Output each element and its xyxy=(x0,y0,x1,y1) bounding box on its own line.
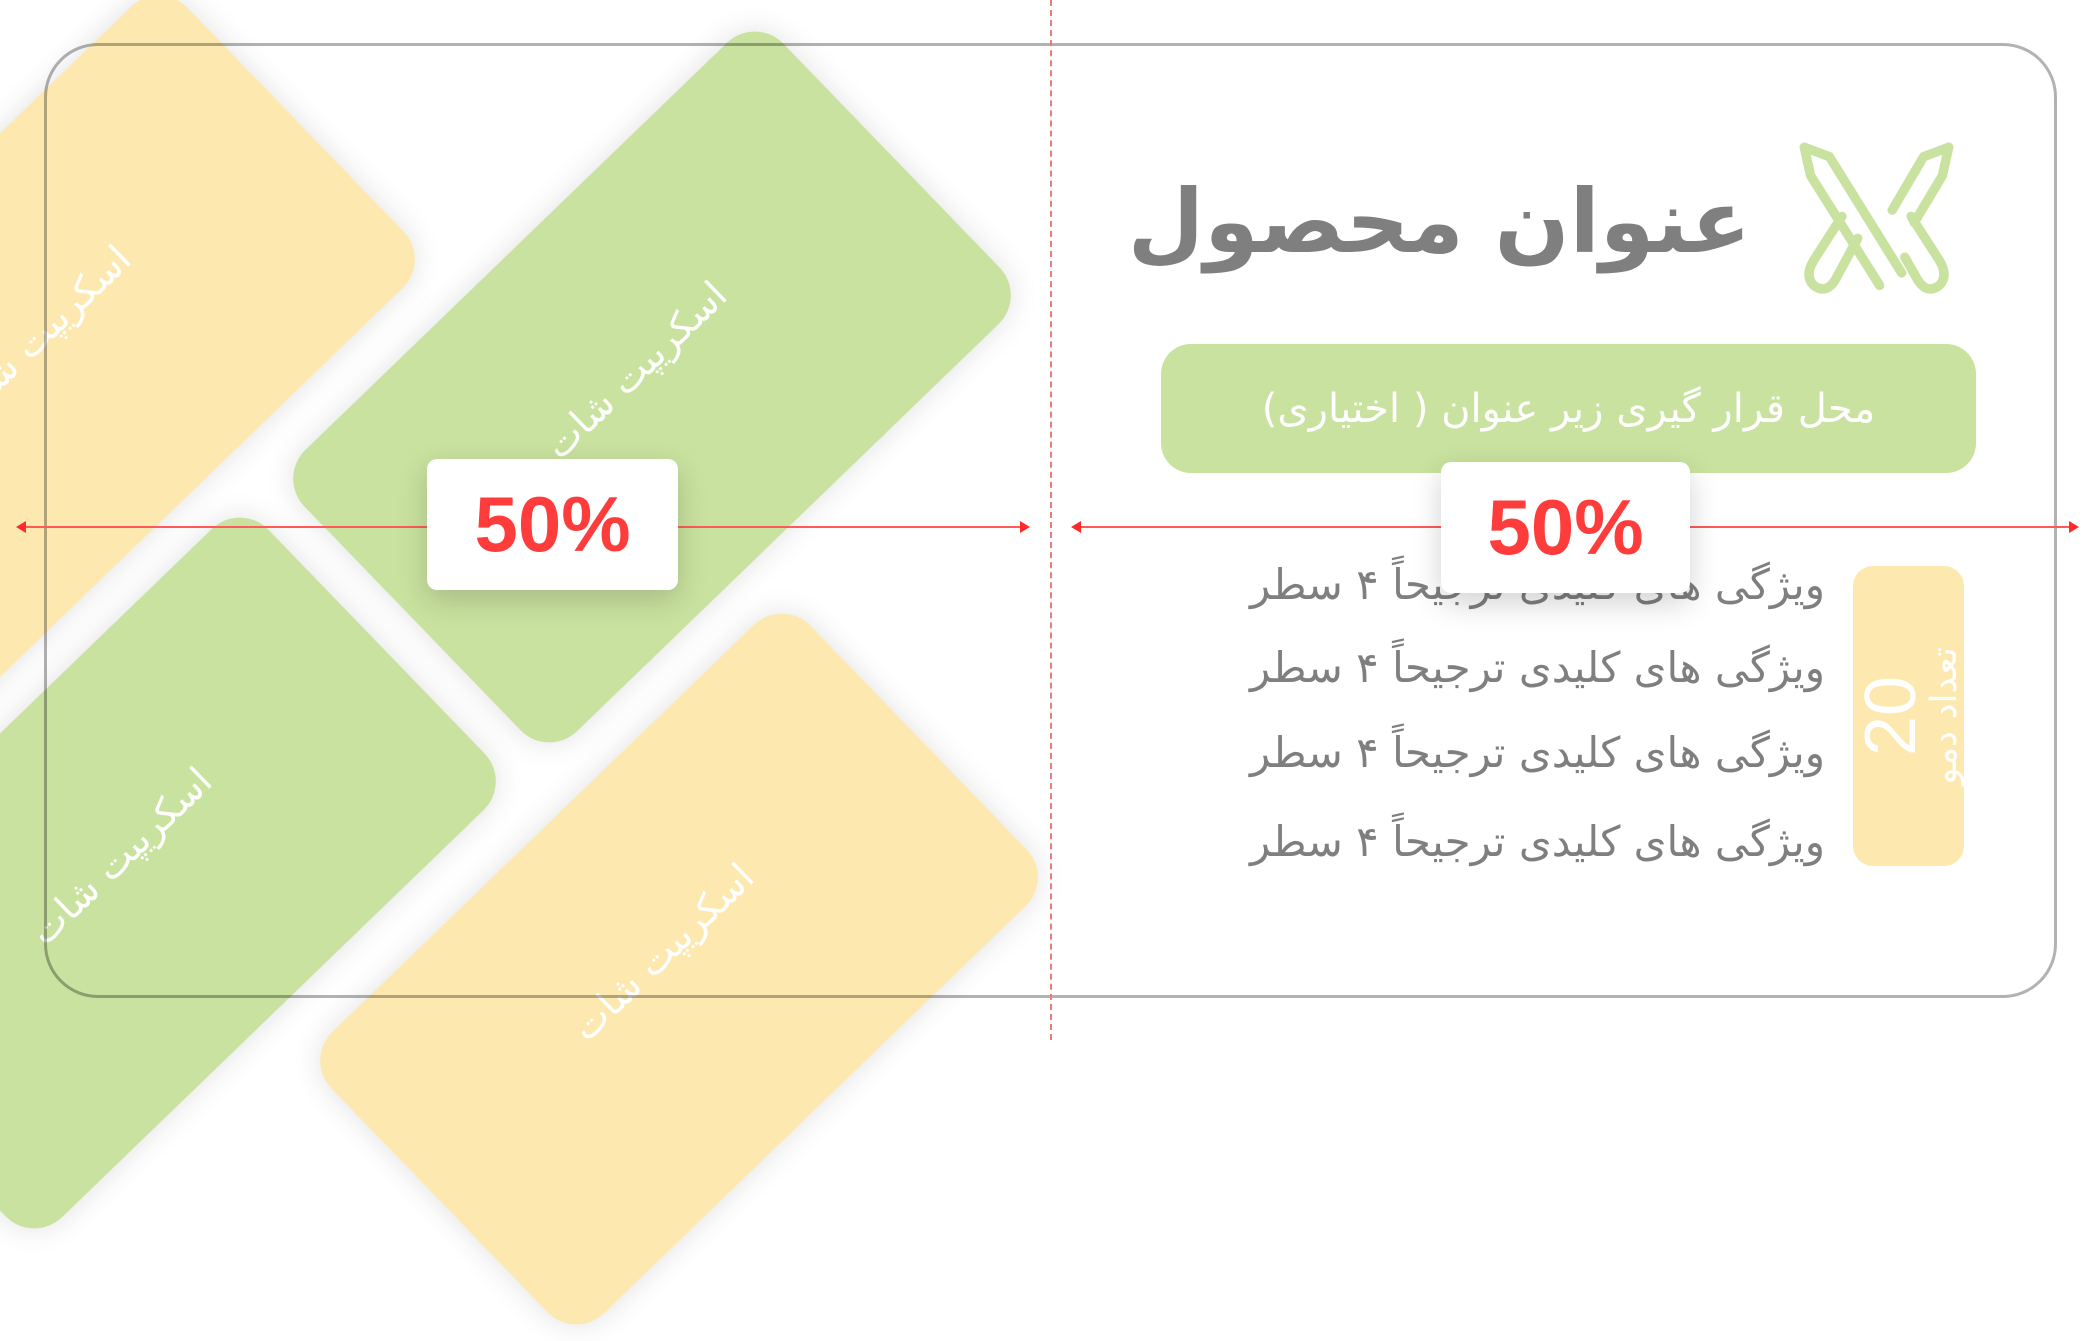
right-discount-badge: 50% xyxy=(1441,462,1690,593)
feature-item: ویژگی های کلیدی ترجیحاً ۴ سطر xyxy=(1249,643,1825,692)
demo-count-value: 20 xyxy=(1850,675,1931,757)
feature-item: ویژگی های کلیدی ترجیحاً ۴ سطر xyxy=(1249,817,1825,866)
left-discount-badge: 50% xyxy=(427,459,678,590)
demo-count-label: تعداد دمو xyxy=(1923,647,1965,785)
product-subtitle: محل قرار گیری زیر عنوان ( اختیاری) xyxy=(1161,344,1976,473)
crossed-swords-icon xyxy=(1799,142,1954,294)
product-title: عنوان محصول xyxy=(1127,170,1751,273)
demo-count-badge: 20 تعداد دمو xyxy=(1850,566,1965,866)
center-guide-line xyxy=(1050,0,1052,1040)
screenshot-tile: اسکریپت شات xyxy=(276,15,1028,759)
tile-label: اسکریپت شات xyxy=(0,236,140,432)
tile-label: اسکریپت شات xyxy=(20,758,221,954)
feature-item: ویژگی های کلیدی ترجیحاً ۴ سطر xyxy=(1249,728,1825,777)
